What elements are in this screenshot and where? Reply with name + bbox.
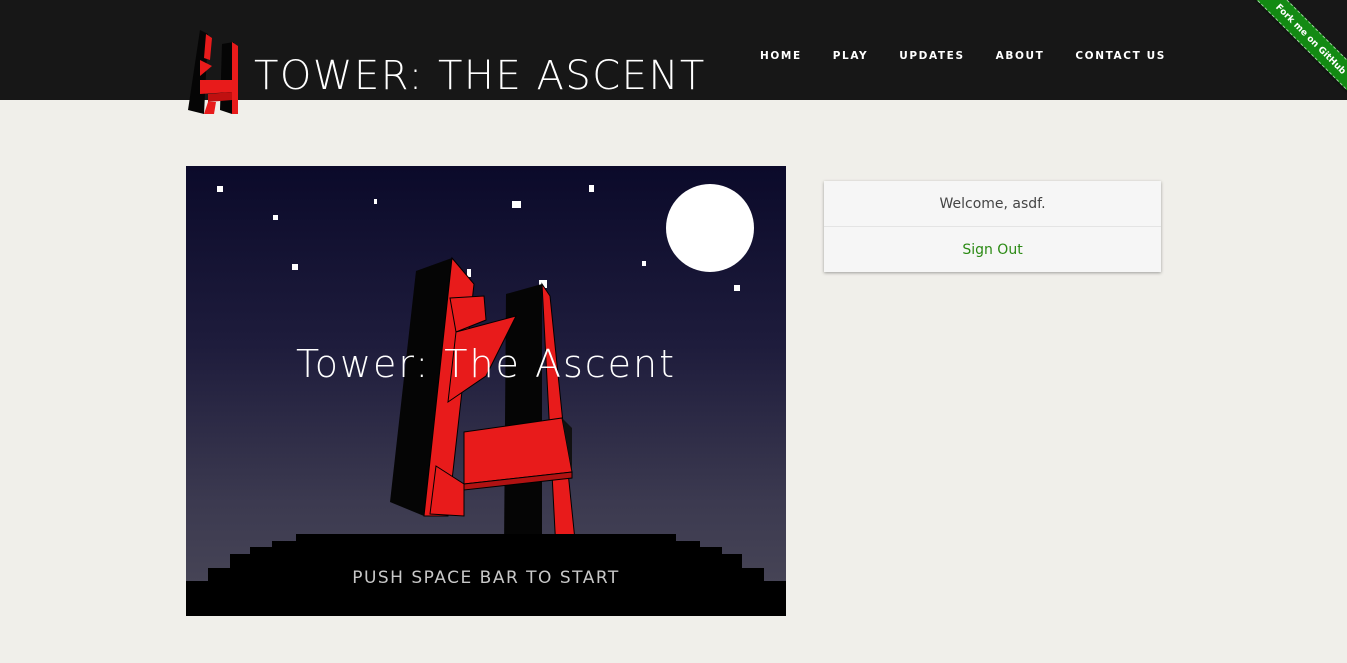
fork-me-on-github-ribbon[interactable]: Fork me on GitHub [1247,0,1347,100]
game-title: Tower: The Ascent [295,342,677,386]
nav-updates[interactable]: UPDATES [899,47,964,65]
start-prompt: PUSH SPACE BAR TO START [352,568,620,588]
sign-out-link[interactable]: Sign Out [962,242,1022,258]
welcome-text: Welcome, asdf. [939,195,1046,212]
game-canvas[interactable]: Tower: The Ascent PUSH SPACE BAR TO STAR… [186,166,786,616]
site-title[interactable]: TOWER: THE ASCENT [254,52,706,100]
account-card: Welcome, asdf. Sign Out [824,181,1161,272]
main-nav: HOME PLAY UPDATES ABOUT CONTACT US [760,47,1197,65]
nav-about[interactable]: ABOUT [996,47,1045,65]
game-scene [186,184,786,616]
github-ribbon-container: Fork me on GitHub [1247,0,1347,100]
nav-home[interactable]: HOME [760,47,802,65]
stars [217,185,740,291]
site-header: TOWER: THE ASCENT HOME PLAY UPDATES ABOU… [0,0,1347,114]
sign-out-row: Sign Out [824,227,1161,272]
moon-icon [666,184,754,272]
tower-logo-icon [188,30,238,114]
tower-graphic [390,256,577,551]
nav-play[interactable]: PLAY [833,47,869,65]
nav-contact-us[interactable]: CONTACT US [1075,47,1166,65]
site-logo[interactable]: TOWER: THE ASCENT [186,30,704,116]
welcome-row: Welcome, asdf. [824,181,1161,227]
